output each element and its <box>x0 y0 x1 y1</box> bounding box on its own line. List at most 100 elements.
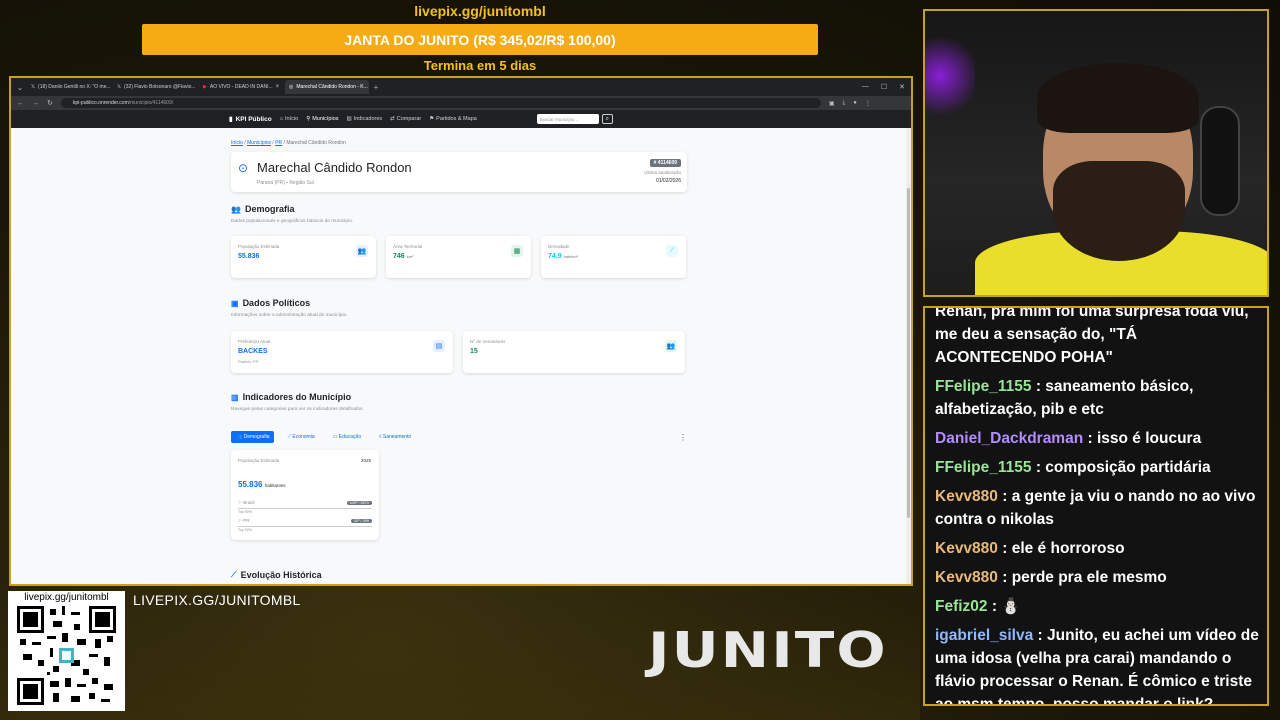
line-chart-icon: ⟋ <box>231 570 237 579</box>
browser-tab[interactable]: 𝕏(18) Danilo Gentili no X: "O me...× <box>27 80 111 94</box>
streamer-hair <box>1037 63 1199 133</box>
tab-bar: ⌄ 𝕏(18) Danilo Gentili no X: "O me...× 𝕏… <box>11 78 911 96</box>
nav-municipios[interactable]: ⚲ Municípios <box>306 116 338 122</box>
chat-username[interactable]: Kevv880 <box>935 569 998 586</box>
chat-username[interactable]: igabriel_silva <box>935 627 1033 644</box>
chat-username[interactable]: FFelipe_1155 <box>935 459 1032 476</box>
chat-username[interactable]: Fefiz02 <box>935 598 988 615</box>
chat-message: FFelipe_1155 : saneamento básico, alfabe… <box>935 375 1259 421</box>
tab-label: Marechal Cândido Rondon - K... <box>296 84 368 90</box>
section-title-politicos: ▣ Dados Políticos <box>231 298 310 308</box>
section-title-text: Evolução Histórica <box>240 570 322 580</box>
stat-unit: hab/km² <box>563 254 579 259</box>
tab-demografia[interactable]: 👥 Demografia <box>231 431 275 443</box>
nav-partidos[interactable]: ⚑ Partidos & Mapa <box>429 116 477 122</box>
section-title-text: Dados Políticos <box>242 298 311 308</box>
section-title-demografia: 👥 Demografia <box>231 204 294 214</box>
tab-label: Economia <box>292 434 315 440</box>
indicator-card: População Estimada 2025 55.836 habitante… <box>231 450 379 540</box>
address-bar-row: ← → ↻ kpi-publico.onrender.com/municipio… <box>11 96 911 110</box>
extension-icon[interactable]: ▣ <box>829 100 835 107</box>
tab-search-icon[interactable]: ⌄ <box>15 82 25 92</box>
url-domain: kpi-publico.onrender.com <box>72 100 129 106</box>
back-icon[interactable]: ← <box>17 100 24 107</box>
rank-sub: Top 92% <box>238 528 252 532</box>
close-icon[interactable]: × <box>276 84 280 90</box>
forward-icon[interactable]: → <box>32 100 39 107</box>
donation-goal-bar: JANTA DO JUNITO (R$ 345,02/R$ 100,00) <box>142 24 818 55</box>
chat-username[interactable]: Daniel_Dackdraman <box>935 430 1083 447</box>
chat-message: Kevv880 : a gente ja viu o nando no ao v… <box>935 485 1259 531</box>
city-title: Marechal Cândido Rondon <box>257 160 412 175</box>
stat-label: População Estimada <box>238 244 280 249</box>
tab-label: Educação <box>338 434 361 440</box>
site-navbar: ▮ KPI Público ⌂ Início ⚲ Municípios ▥ Indica… <box>11 110 911 128</box>
site-brand[interactable]: ▮ KPI Público <box>229 115 272 124</box>
stat-card-densidade: Densidade 74,9 hab/km² ⟋ <box>541 236 686 278</box>
rank-badge: 32º / 399 <box>350 519 372 523</box>
people-icon: 👥 <box>356 245 368 257</box>
nav-inicio[interactable]: ⌂ Início <box>280 116 298 122</box>
scrollbar[interactable] <box>906 128 911 584</box>
scroll-thumb[interactable] <box>907 188 910 518</box>
indicator-number: 55.836 <box>238 480 263 489</box>
browser-tab-active[interactable]: ◎Marechal Cândido Rondon - K...× <box>285 80 369 94</box>
breadcrumb-link[interactable]: Municípios <box>247 140 271 146</box>
breadcrumb-link[interactable]: Início <box>231 140 243 146</box>
rank-label-text: PR <box>243 518 250 523</box>
breadcrumb-link[interactable]: PR <box>275 140 282 146</box>
rank-sub: Top 90% <box>238 510 252 514</box>
breadcrumb: Início / Municípios / PR / Marechal Când… <box>231 140 346 146</box>
home-icon: ⌂ <box>279 116 284 122</box>
chat-panel: Renan, pra mim foi uma surpresa foda viu… <box>923 306 1269 706</box>
nav-indicadores[interactable]: ▥ Indicadores <box>347 116 383 122</box>
browser-tab[interactable]: ▶ AO VIVO - DEAD IN DANI... × <box>199 80 283 94</box>
donation-ends: Termina em 5 dias <box>423 58 537 73</box>
livepix-banner-text: LIVEPIX.GG/JUNITOMBL <box>133 592 301 608</box>
section-title-text: Demografia <box>244 204 295 214</box>
browser-tab[interactable]: 𝕏(32) Flavio Bolsonaro @Flavio...× <box>113 80 197 94</box>
stat-foot: Partido: PP <box>238 359 259 364</box>
rank-label: ⚐ PR <box>238 518 250 523</box>
close-window-icon[interactable]: ✕ <box>899 83 905 91</box>
minimize-icon[interactable]: — <box>862 83 869 91</box>
chat-text: : composição partidária <box>1031 459 1211 476</box>
stat-number: 74,9 <box>548 253 562 260</box>
stat-number: 55.836 <box>238 253 260 260</box>
nav-comparar[interactable]: ⇄ Comparar <box>390 116 421 122</box>
reload-icon[interactable]: ↻ <box>47 99 53 107</box>
people-icon: 👥 <box>231 204 241 214</box>
rank-label-text: Brasil <box>243 500 255 505</box>
qr-label: livepix.gg/junitombl <box>24 592 109 603</box>
chat-message: igabriel_silva : Junito, eu achei um víd… <box>935 624 1259 704</box>
chat-username[interactable]: FFelipe_1155 <box>935 378 1032 395</box>
indicator-tabs: 👥 Demografia ⟋ Economia ▭ Educação ◊ San… <box>231 430 687 444</box>
profile-icon[interactable]: ● <box>853 100 857 107</box>
tab-economia[interactable]: ⟋ Economia <box>282 431 319 443</box>
download-icon[interactable]: ⤓ <box>843 100 846 107</box>
maximize-icon[interactable]: ☐ <box>881 83 887 91</box>
search-icon[interactable]: ⌕ <box>601 114 613 124</box>
tab-label: AO VIVO - DEAD IN DANI... <box>209 84 273 90</box>
menu-icon[interactable]: ⋮ <box>865 100 871 107</box>
browser-window: ⌄ 𝕏(18) Danilo Gentili no X: "O me...× 𝕏… <box>9 76 913 586</box>
chat-message: Kevv880 : ele é horroroso <box>935 537 1259 560</box>
bars-icon: ▥ <box>346 116 352 122</box>
breadcrumb-current: Marechal Cândido Rondon <box>286 140 346 146</box>
site-search-input[interactable]: Buscar município... <box>536 114 599 124</box>
map-icon: ▦ <box>511 245 523 257</box>
chat-username[interactable]: Kevv880 <box>935 540 998 557</box>
url-input[interactable]: kpi-publico.onrender.com/municipio/41146… <box>60 98 821 108</box>
chat-message: FFelipe_1155 : composição partidária <box>935 456 1259 479</box>
chat-text: : isso é loucura <box>1083 430 1202 447</box>
tab-saneamento[interactable]: ◊ Saneamento <box>374 431 416 443</box>
chat-message: Kevv880 : perde pra ele mesmo <box>935 566 1259 589</box>
tab-educacao[interactable]: ▭ Educação <box>328 431 366 443</box>
stat-card-populacao: População Estimada 55.836 👥 <box>231 236 376 278</box>
qr-code-panel: livepix.gg/junitombl <box>8 591 125 711</box>
new-tab-icon[interactable]: + <box>371 82 381 92</box>
id-badge-icon: ▣ <box>231 298 239 308</box>
chat-username[interactable]: Kevv880 <box>935 488 998 505</box>
chat-message: Fefiz02 : ⛄ <box>935 595 1259 618</box>
more-options-icon[interactable]: ⋮ <box>679 433 687 442</box>
